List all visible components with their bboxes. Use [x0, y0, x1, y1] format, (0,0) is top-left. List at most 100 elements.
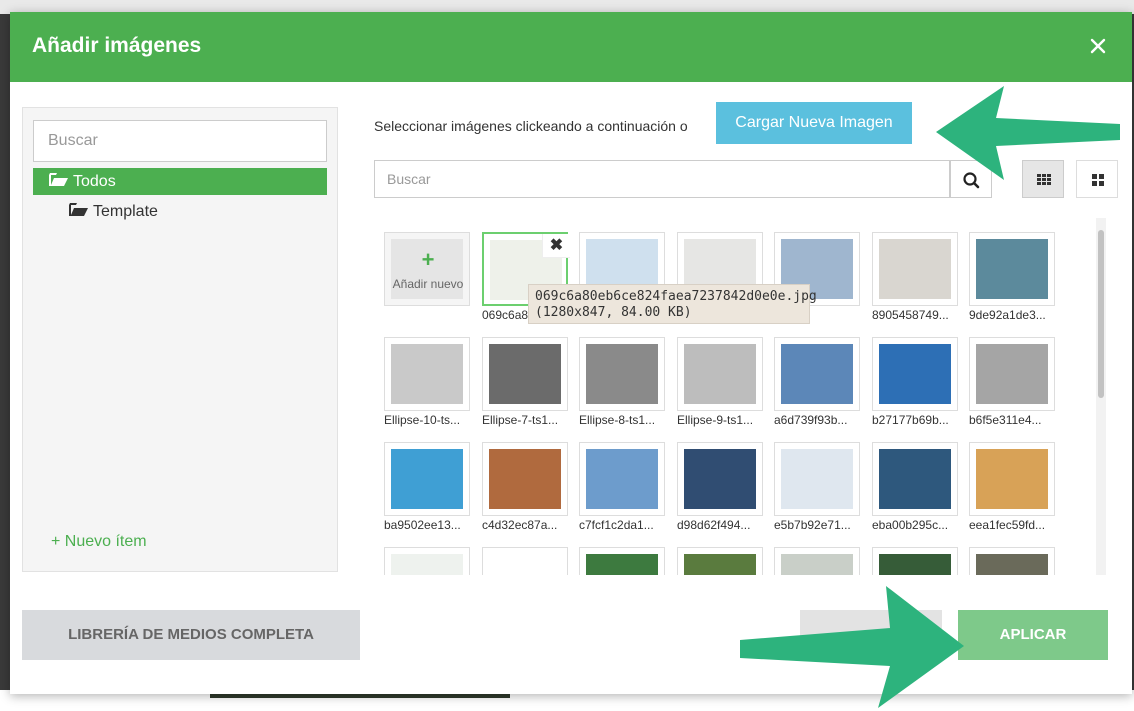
- thumbnail-frame: [384, 337, 470, 411]
- image-thumbnail[interactable]: a6d739f93b...: [774, 337, 860, 427]
- folder-open-icon: [49, 173, 69, 187]
- add-new-image-tile[interactable]: + Añadir nuevo: [384, 232, 470, 322]
- add-new-label: Añadir nuevo: [392, 277, 464, 291]
- scrollbar-thumb[interactable]: [1098, 230, 1104, 398]
- image-thumbnail[interactable]: d98d62f494...: [677, 442, 763, 532]
- thumbnail-image: [879, 344, 951, 404]
- image-thumbnail[interactable]: b27177b69b...: [872, 337, 958, 427]
- thumbnail-label: d98d62f494...: [677, 518, 751, 532]
- thumbnail-frame: [384, 442, 470, 516]
- thumbnail-image: [684, 449, 756, 509]
- apply-button[interactable]: APLICAR: [958, 610, 1108, 660]
- thumbnail-label: 8905458749...: [872, 308, 949, 322]
- folder-open-icon: [69, 203, 89, 217]
- thumbnail-frame: [677, 442, 763, 516]
- image-thumbnail[interactable]: [384, 547, 470, 575]
- thumbnail-image: [976, 554, 1048, 575]
- thumbnail-label: c4d32ec87a...: [482, 518, 558, 532]
- modal-header: Añadir imágenes: [10, 12, 1132, 82]
- image-grid: + Añadir nuevo ✖069c6a8ed...8905458749..…: [374, 218, 1084, 575]
- image-thumbnail[interactable]: e5b7b92e71...: [774, 442, 860, 532]
- plus-icon: +: [421, 247, 435, 272]
- thumbnail-frame: [774, 547, 860, 575]
- image-thumbnail[interactable]: 9de92a1de3...: [969, 232, 1055, 322]
- thumbnail-image: [586, 344, 658, 404]
- thumbnail-frame: [579, 337, 665, 411]
- image-thumbnail[interactable]: [969, 547, 1055, 575]
- thumbnail-label: eea1fec59fd...: [969, 518, 1046, 532]
- thumbnail-image: [489, 449, 561, 509]
- thumbnail-image: [489, 554, 561, 575]
- thumbnail-image: [879, 449, 951, 509]
- thumbnail-label: eba00b295c...: [872, 518, 949, 532]
- thumbnail-image: [781, 344, 853, 404]
- thumbnail-frame: [969, 337, 1055, 411]
- thumbnail-frame: [677, 337, 763, 411]
- image-thumbnail[interactable]: Ai Nec: [482, 547, 568, 575]
- thumbnail-image: [586, 449, 658, 509]
- thumbnail-image: [684, 344, 756, 404]
- thumbnail-image: [489, 344, 561, 404]
- annotation-arrow-icon: [740, 586, 964, 708]
- tooltip-dimensions: (1280x847, 84.00 KB): [535, 305, 692, 320]
- thumbnail-label: b6f5e311e4...: [969, 413, 1042, 427]
- thumbnail-frame: [774, 337, 860, 411]
- folder-item-todos[interactable]: Todos: [33, 168, 327, 195]
- thumbnail-frame: [969, 232, 1055, 306]
- thumbnail-image: [879, 554, 951, 575]
- remove-icon[interactable]: ✖: [542, 234, 570, 258]
- tooltip-filename: 069c6a80eb6ce824faea7237842d0e0e.jpg: [535, 289, 817, 304]
- image-thumbnail[interactable]: ba9502ee13...: [384, 442, 470, 532]
- thumbnail-image: [879, 239, 951, 299]
- image-thumbnail[interactable]: Ellipse-10-ts...: [384, 337, 470, 427]
- thumbnail-frame: [482, 337, 568, 411]
- thumbnail-image: [976, 344, 1048, 404]
- thumbnail-label: Ellipse-10-ts...: [384, 413, 461, 427]
- thumbnail-frame: [872, 442, 958, 516]
- new-item-link[interactable]: + Nuevo ítem: [51, 533, 147, 551]
- thumbnail-label: Ellipse-9-ts1...: [677, 413, 754, 427]
- thumbnail-label: c7fcf1c2da1...: [579, 518, 654, 532]
- thumbnail-frame: Ai Nec: [482, 547, 568, 575]
- thumbnail-frame: [384, 547, 470, 575]
- thumbnail-label: b27177b69b...: [872, 413, 949, 427]
- thumbnail-label: Ellipse-7-ts1...: [482, 413, 559, 427]
- image-thumbnail[interactable]: 8905458749...: [872, 232, 958, 322]
- image-thumbnail[interactable]: b6f5e311e4...: [969, 337, 1055, 427]
- folder-item-template[interactable]: Template: [33, 200, 327, 224]
- full-media-library-button[interactable]: LIBRERÍA DE MEDIOS COMPLETA: [22, 610, 360, 660]
- instruction-text: Seleccionar imágenes clickeando a contin…: [374, 118, 688, 134]
- image-grid-scrollbar[interactable]: [1096, 218, 1106, 575]
- folder-label: Template: [93, 203, 158, 220]
- close-icon[interactable]: [1084, 32, 1112, 60]
- thumbnail-image: [684, 554, 756, 575]
- image-thumbnail[interactable]: Ellipse-8-ts1...: [579, 337, 665, 427]
- image-thumbnail[interactable]: [872, 547, 958, 575]
- image-thumbnail[interactable]: c7fcf1c2da1...: [579, 442, 665, 532]
- thumbnail-frame: [872, 547, 958, 575]
- image-thumbnail[interactable]: Ellipse-9-ts1...: [677, 337, 763, 427]
- image-thumbnail[interactable]: eba00b295c...: [872, 442, 958, 532]
- folder-sidebar: Todos Template + Nuevo ítem: [22, 107, 338, 572]
- thumbnail-label: e5b7b92e71...: [774, 518, 851, 532]
- thumbnail-frame: [872, 337, 958, 411]
- thumbnail-image: [976, 239, 1048, 299]
- image-tooltip: 069c6a80eb6ce824faea7237842d0e0e.jpg (12…: [528, 284, 817, 324]
- thumbnail-image: [391, 344, 463, 404]
- thumbnail-image: [391, 449, 463, 509]
- thumbnail-frame: [774, 442, 860, 516]
- thumbnail-frame: [482, 442, 568, 516]
- upload-new-image-button[interactable]: Cargar Nueva Imagen: [716, 102, 912, 144]
- thumbnail-image: [586, 554, 658, 575]
- image-thumbnail[interactable]: eea1fec59fd...: [969, 442, 1055, 532]
- image-thumbnail[interactable]: [774, 547, 860, 575]
- image-thumbnail[interactable]: [579, 547, 665, 575]
- thumbnail-frame: [969, 547, 1055, 575]
- image-thumbnail[interactable]: [677, 547, 763, 575]
- thumbnail-frame: [579, 547, 665, 575]
- thumbnail-label: a6d739f93b...: [774, 413, 848, 427]
- image-thumbnail[interactable]: Ellipse-7-ts1...: [482, 337, 568, 427]
- folder-search-input[interactable]: [33, 120, 327, 162]
- image-thumbnail[interactable]: c4d32ec87a...: [482, 442, 568, 532]
- image-search-input[interactable]: [374, 160, 950, 198]
